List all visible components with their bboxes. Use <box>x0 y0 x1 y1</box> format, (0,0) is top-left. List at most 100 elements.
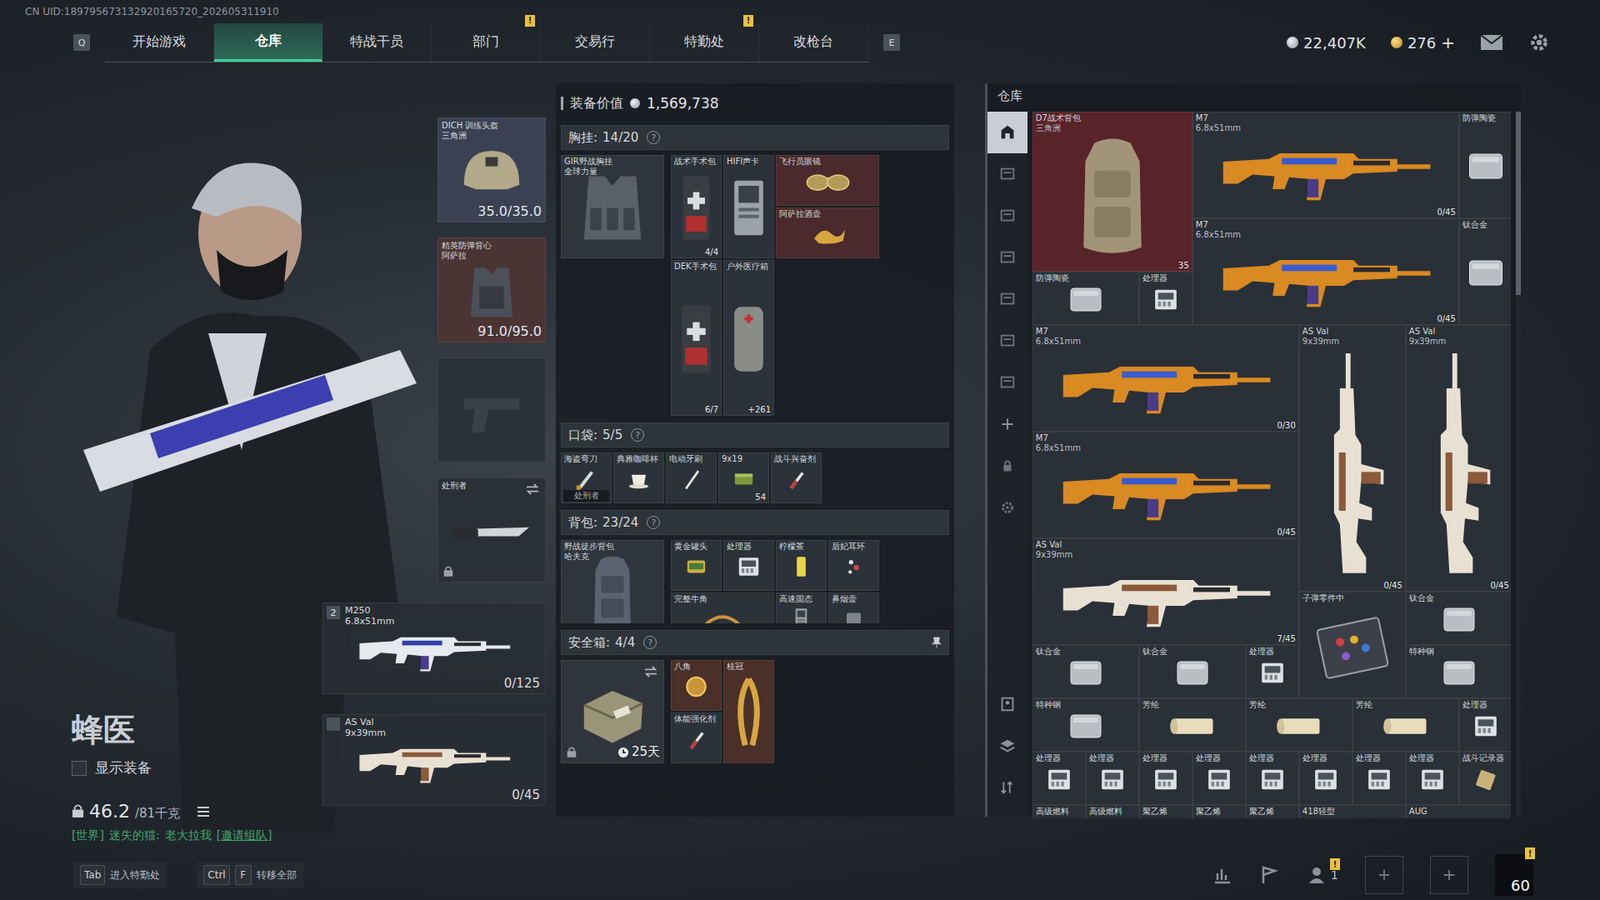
inventory-item[interactable]: 聚乙烯 <box>1139 805 1193 819</box>
inventory-item[interactable]: AUG <box>1405 805 1511 819</box>
help-button[interactable]: ? <box>643 635 657 650</box>
inventory-item[interactable]: 处理器 <box>1032 751 1086 805</box>
stash-tab-button[interactable] <box>987 278 1028 320</box>
stash-tab-button[interactable] <box>987 361 1028 404</box>
invite-slot[interactable] <box>1365 855 1404 895</box>
inventory-item[interactable]: 418轻型 <box>1299 805 1406 819</box>
inventory-item[interactable]: M7 6.8x51mm 0/30 <box>1032 325 1300 432</box>
stash-tab-button[interactable] <box>987 236 1028 279</box>
swap-icon[interactable] <box>643 665 659 678</box>
inventory-item[interactable]: 八角 <box>670 660 722 711</box>
inventory-item[interactable]: 体能强化剂 <box>670 712 722 764</box>
inventory-item[interactable]: 高级燃料 <box>1085 805 1140 819</box>
invite-link[interactable]: [邀请组队] <box>216 828 273 844</box>
inventory-item[interactable]: 处理器 <box>1245 751 1300 805</box>
stash-tab-button[interactable] <box>987 766 1028 809</box>
nav-tab[interactable]: 开始游戏 <box>105 23 215 62</box>
inventory-item[interactable]: 钛合金 <box>1405 591 1511 645</box>
inventory-item[interactable]: 海盗弯刀 处刑者 <box>560 452 612 504</box>
gear-icon[interactable] <box>1528 31 1550 54</box>
gear-slot[interactable]: DICH 训练头盔 三角洲 35.0/35.0 <box>437 117 546 223</box>
inventory-item[interactable]: 柠檬茶 <box>775 540 827 591</box>
inventory-item[interactable]: 子弹零件中 <box>1299 591 1406 699</box>
inventory-item[interactable]: D7战术背包 三角洲 35 <box>1032 111 1193 272</box>
inventory-item[interactable]: 高速固态 <box>775 592 827 624</box>
help-button[interactable]: ? <box>646 130 660 145</box>
inventory-item[interactable]: 处理器 <box>723 540 775 591</box>
inventory-item[interactable]: 完整牛角 <box>670 592 775 624</box>
nav-tab[interactable]: 特战干员 <box>322 23 432 62</box>
inventory-item[interactable]: 处理器 <box>1245 645 1300 699</box>
inventory-item[interactable]: 处理器 <box>1352 751 1406 805</box>
container-slot[interactable]: 野战徒步背包 哈夫克 <box>560 540 665 624</box>
inventory-item[interactable]: 战术手术包 4/4 <box>670 155 722 259</box>
inventory-item[interactable]: 芳纶 <box>1245 698 1353 752</box>
key-hint[interactable]: Tab 进入特勤处 <box>73 861 167 889</box>
inventory-item[interactable]: 阿萨拉酒壶 <box>775 207 880 259</box>
list-icon[interactable] <box>196 805 210 818</box>
inventory-item[interactable]: AS Val 9x39mm 0/45 <box>1405 325 1511 592</box>
weapon-slot[interactable]: 2 M250 6.8x51mm 0/125 <box>322 602 546 695</box>
stash-tab-button[interactable] <box>987 403 1028 445</box>
inventory-item[interactable]: 飞行员眼镜 <box>775 155 880 206</box>
inventory-item[interactable]: 鼻烟壶 <box>828 592 880 624</box>
inventory-item[interactable]: 钛合金 <box>1139 645 1246 699</box>
inventory-item[interactable]: AS Val 9x39mm 7/45 <box>1032 538 1300 645</box>
weapon-slot[interactable]: AS Val 9x39mm 0/45 <box>322 714 546 806</box>
add-currency-button[interactable]: + <box>1440 32 1455 53</box>
invite-slot[interactable] <box>1430 855 1469 895</box>
inventory-item[interactable]: DEK手术包 6/7 <box>670 260 722 416</box>
inventory-item[interactable]: HIFI声卡 <box>723 155 775 259</box>
inventory-item[interactable]: 战斗兴奋剂 <box>770 452 822 504</box>
inventory-item[interactable]: 高级燃料 <box>1032 805 1086 819</box>
inventory-item[interactable]: M7 6.8x51mm 0/45 <box>1192 111 1460 219</box>
inventory-item[interactable]: 处理器 <box>1459 698 1511 752</box>
key-hint[interactable]: CtrlF 转移全部 <box>196 861 303 889</box>
squad-button[interactable]: 1 ! <box>1305 865 1339 885</box>
inventory-item[interactable]: 处理器 <box>1139 751 1193 805</box>
help-button[interactable]: ? <box>646 515 660 530</box>
inventory-item[interactable]: M7 6.8x51mm 0/45 <box>1192 218 1460 325</box>
container-slot[interactable]: GIR野战胸挂 全球力量 <box>560 155 665 259</box>
inventory-item[interactable]: 后妃耳环 <box>828 540 880 591</box>
stash-tab-button[interactable] <box>987 195 1028 237</box>
checkbox[interactable] <box>71 760 87 776</box>
inventory-item[interactable]: 黄金罐头 <box>670 540 722 591</box>
stash-tab-button[interactable] <box>987 111 1028 154</box>
inventory-item[interactable]: 处理器 <box>1085 751 1140 805</box>
inventory-item[interactable]: AS Val 9x39mm 0/45 <box>1299 325 1406 592</box>
level-badge[interactable]: 60 ! <box>1495 854 1534 896</box>
inventory-item[interactable]: 特种钢 <box>1032 698 1140 752</box>
stash-tab-button[interactable] <box>987 445 1028 487</box>
inventory-item[interactable]: 钛合金 <box>1459 218 1511 325</box>
help-button[interactable]: ? <box>630 428 645 442</box>
inventory-item[interactable]: 处理器 <box>1192 751 1246 805</box>
stash-tab-button[interactable] <box>987 486 1028 529</box>
flag-icon[interactable] <box>1259 865 1280 885</box>
show-gear-toggle[interactable]: 显示装备 <box>71 758 321 778</box>
inventory-item[interactable]: 防弹陶瓷 <box>1032 271 1140 325</box>
stats-icon[interactable] <box>1212 865 1233 885</box>
stash-tab-button[interactable] <box>987 153 1028 195</box>
gear-slot[interactable]: 处刑者 <box>437 477 546 583</box>
mail-icon[interactable] <box>1480 34 1504 51</box>
prev-tab-key[interactable]: Q <box>73 34 90 51</box>
inventory-item[interactable]: 处理器 <box>1139 271 1193 325</box>
inventory-item[interactable]: 战斗记录器 <box>1459 751 1511 805</box>
inventory-item[interactable]: 钛合金 <box>1032 645 1140 699</box>
gear-slot[interactable] <box>437 357 546 463</box>
inventory-item[interactable]: 户外医疗箱 +261 <box>723 260 775 416</box>
inventory-item[interactable]: 典雅咖啡杯 <box>613 452 665 504</box>
gear-slot[interactable]: 精英防弹背心 阿萨拉 91.0/95.0 <box>437 237 546 343</box>
inventory-item[interactable]: 电动牙刷 <box>665 452 717 504</box>
inventory-item[interactable]: 特种钢 <box>1405 645 1511 699</box>
inventory-item[interactable]: 聚乙烯 <box>1245 805 1300 819</box>
inventory-item[interactable]: 芳纶 <box>1352 698 1460 752</box>
stash-tab-button[interactable] <box>987 320 1028 362</box>
inventory-item[interactable]: 桂冠 <box>723 660 775 764</box>
stash-tab-button[interactable] <box>987 683 1028 725</box>
swap-icon[interactable] <box>525 483 540 495</box>
inventory-item[interactable]: 处理器 <box>1299 751 1353 805</box>
stash-scrollbar[interactable] <box>1515 111 1521 817</box>
inventory-item[interactable]: 聚乙烯 <box>1192 805 1246 819</box>
